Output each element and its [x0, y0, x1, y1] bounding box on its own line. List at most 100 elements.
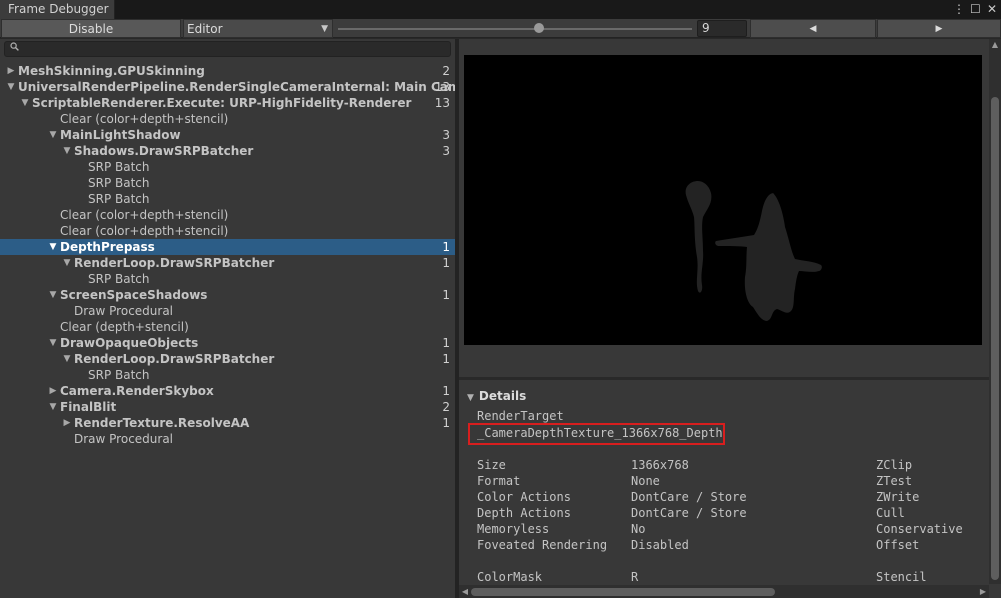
- tree-row-label: Camera.RenderSkybox: [60, 384, 214, 398]
- tree-row-count: 2: [442, 64, 450, 78]
- next-event-button[interactable]: ▶: [877, 19, 1001, 38]
- tree-row[interactable]: ▼ UniversalRenderPipeline.RenderSingleCam…: [0, 79, 483, 95]
- tree-row-count: 13: [434, 80, 450, 94]
- search-field[interactable]: [4, 41, 451, 57]
- tree-row[interactable]: ▼ RenderLoop.DrawSRPBatcher 1: [0, 255, 455, 271]
- tree-row[interactable]: ▼ DrawOpaqueObjects 1: [0, 335, 455, 351]
- foldout-down-icon: ▼: [467, 393, 474, 403]
- render-target-preview: [464, 55, 982, 345]
- arrow-left-icon: ◀: [809, 24, 817, 34]
- details-row-property-name: Color Actions: [477, 490, 571, 504]
- vertical-scroll-thumb[interactable]: [991, 97, 999, 580]
- tree-row[interactable]: ▼ Shadows.DrawSRPBatcher 3: [0, 143, 455, 159]
- tree-row[interactable]: SRP Batch: [0, 159, 455, 175]
- scroll-left-icon[interactable]: ◀: [459, 585, 471, 598]
- tree-row[interactable]: ▼ ScreenSpaceShadows 1: [0, 287, 455, 303]
- foldout-expanded-icon[interactable]: ▼: [48, 335, 58, 351]
- chevron-down-icon: ▼: [321, 24, 328, 34]
- details-row-property-name: Depth Actions: [477, 506, 571, 520]
- tree-row-label: DepthPrepass: [60, 240, 155, 254]
- event-index-field[interactable]: 9: [697, 20, 747, 37]
- horizontal-scroll-thumb[interactable]: [471, 588, 775, 596]
- close-icon[interactable]: ✕: [987, 1, 997, 17]
- foldout-expanded-icon[interactable]: ▼: [48, 127, 58, 143]
- tab-frame-debugger[interactable]: Frame Debugger: [0, 0, 115, 19]
- search-icon: [10, 42, 19, 56]
- tree-row-count: 1: [442, 240, 450, 254]
- tree-row-count: 13: [434, 96, 450, 110]
- tree-row-label: Clear (color+depth+stencil): [60, 224, 229, 238]
- tree-row[interactable]: ▶ Camera.RenderSkybox 1: [0, 383, 455, 399]
- foldout-expanded-icon[interactable]: ▼: [20, 95, 30, 111]
- preview-details-divider[interactable]: [459, 377, 989, 380]
- tree-row-label: Draw Procedural: [74, 432, 174, 446]
- tree-row[interactable]: Clear (color+depth+stencil): [0, 207, 455, 223]
- render-target-label: RenderTarget: [477, 409, 564, 423]
- event-slider[interactable]: [338, 28, 692, 30]
- foldout-expanded-icon[interactable]: ▼: [6, 79, 16, 95]
- event-hierarchy-panel: ▶ MeshSkinning.GPUSkinning 2 ▼ UniversalRend…: [0, 39, 483, 598]
- foldout-collapsed-icon[interactable]: ▶: [62, 415, 72, 431]
- previous-event-button[interactable]: ◀: [750, 19, 876, 38]
- tree-row[interactable]: ▼ FinalBlit 2: [0, 399, 455, 415]
- maximize-icon[interactable]: ☐: [970, 1, 981, 17]
- vertical-scrollbar[interactable]: ▲: [989, 39, 1001, 584]
- tree-row-label: Draw Procedural: [74, 304, 174, 318]
- horizontal-scrollbar[interactable]: ◀ ▶: [459, 585, 989, 598]
- details-row-state-name: ZTest: [876, 474, 913, 488]
- window-controls: ⋮ ☐ ✕: [953, 1, 997, 17]
- arrow-right-icon: ▶: [935, 24, 943, 34]
- target-dropdown-value: Editor: [187, 22, 223, 36]
- tree-row[interactable]: SRP Batch: [0, 191, 455, 207]
- tree-row[interactable]: SRP Batch: [0, 367, 455, 383]
- foldout-collapsed-icon[interactable]: ▶: [48, 383, 58, 399]
- foldout-expanded-icon[interactable]: ▼: [48, 399, 58, 415]
- tree-row[interactable]: ▶ MeshSkinning.GPUSkinning 2: [0, 63, 455, 79]
- tree-row-label: FinalBlit: [60, 400, 117, 414]
- tree-row-count: 1: [442, 336, 450, 350]
- target-dropdown[interactable]: Editor ▼: [183, 19, 333, 38]
- tree-row-count: 1: [442, 384, 450, 398]
- tree-row[interactable]: ▼ DepthPrepass 1: [0, 239, 455, 255]
- tree-row-label: Shadows.DrawSRPBatcher: [74, 144, 254, 158]
- tree-row[interactable]: Draw Procedural: [0, 431, 455, 447]
- event-slider-handle[interactable]: [534, 23, 544, 33]
- tree-row[interactable]: Clear (color+depth+stencil): [0, 223, 455, 239]
- tree-row-label: Clear (color+depth+stencil): [60, 208, 229, 222]
- tree-row[interactable]: ▶ RenderTexture.ResolveAA 1: [0, 415, 455, 431]
- tree-row[interactable]: ▼ ScriptableRenderer.Execute: URP-HighFid…: [0, 95, 455, 111]
- foldout-expanded-icon[interactable]: ▼: [48, 287, 58, 303]
- disable-button[interactable]: Disable: [1, 19, 181, 38]
- tree-row-label: ScriptableRenderer.Execute: URP-HighFide…: [32, 96, 412, 110]
- foldout-expanded-icon[interactable]: ▼: [62, 351, 72, 367]
- tree-row[interactable]: SRP Batch: [0, 271, 455, 287]
- tree-row[interactable]: ▼ RenderLoop.DrawSRPBatcher 1: [0, 351, 455, 367]
- tree-row[interactable]: Clear (color+depth+stencil): [0, 111, 455, 127]
- foldout-expanded-icon[interactable]: ▼: [62, 255, 72, 271]
- details-row-state-name: Conservative: [876, 522, 963, 536]
- menu-icon[interactable]: ⋮: [953, 1, 965, 17]
- details-row-property-value: 1366x768: [631, 458, 689, 472]
- foldout-expanded-icon[interactable]: ▼: [48, 239, 58, 255]
- details-row-state-name: ZClip: [876, 458, 913, 472]
- tree-row-label: SRP Batch: [88, 192, 150, 206]
- scroll-up-icon[interactable]: ▲: [989, 39, 1001, 51]
- details-row-property-name: Memoryless: [477, 522, 550, 536]
- tree-row-count: 3: [442, 144, 450, 158]
- tab-title: Frame Debugger: [8, 2, 109, 16]
- tree-row[interactable]: SRP Batch: [0, 175, 455, 191]
- colormask-row-property-value: R: [631, 570, 639, 584]
- preview-panel: ▼ Details RenderTarget _CameraDepthTextur…: [459, 39, 1001, 598]
- foldout-collapsed-icon[interactable]: ▶: [6, 63, 16, 79]
- event-tree: ▶ MeshSkinning.GPUSkinning 2 ▼ UniversalRend…: [0, 63, 483, 447]
- details-row-state-name: Cull: [876, 506, 905, 520]
- foldout-expanded-icon[interactable]: ▼: [62, 143, 72, 159]
- colormask-row-state-name: Stencil: [876, 570, 927, 584]
- details-foldout[interactable]: ▼ Details: [467, 388, 526, 404]
- scroll-right-icon[interactable]: ▶: [977, 585, 989, 598]
- tree-row[interactable]: Draw Procedural: [0, 303, 455, 319]
- details-row-property-name: Size: [477, 458, 506, 472]
- details-row-property-value: None: [631, 474, 660, 488]
- tree-row[interactable]: Clear (depth+stencil): [0, 319, 455, 335]
- tree-row[interactable]: ▼ MainLightShadow 3: [0, 127, 455, 143]
